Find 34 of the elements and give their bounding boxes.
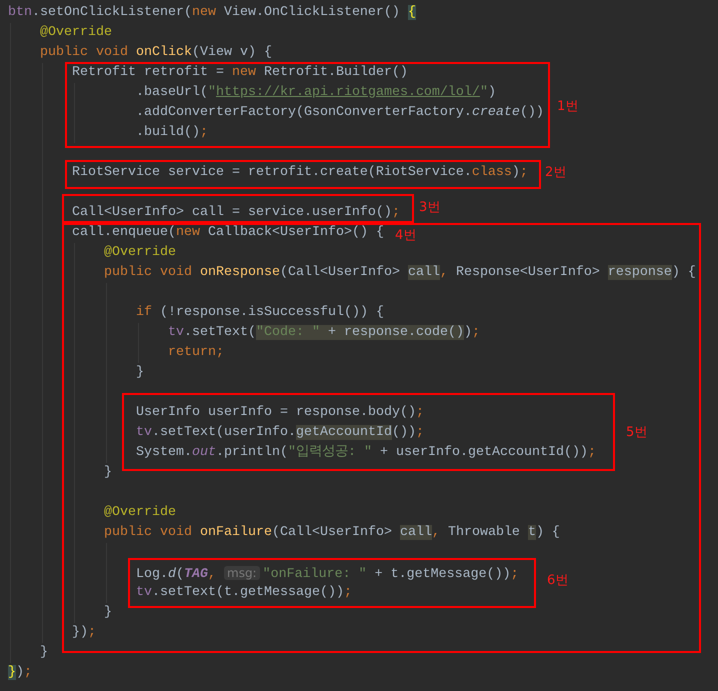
- code-line: .build();: [136, 125, 208, 140]
- code-line: public void onClick(View v) {: [40, 45, 272, 60]
- code-line: }: [40, 645, 48, 660]
- code-line: tv.setText(userInfo.getAccountId());: [136, 425, 424, 440]
- code-line: tv.setText(t.getMessage());: [136, 585, 352, 600]
- code-line: });: [8, 665, 32, 680]
- annotation-label: 1번: [557, 99, 578, 115]
- code-line: if (!response.isSuccessful()) {: [136, 305, 384, 320]
- code-line: @Override: [104, 245, 176, 260]
- code-line: return;: [168, 345, 224, 360]
- code-line: .addConverterFactory(GsonConverterFactory.create()): [136, 105, 544, 120]
- annotation-label: 4번: [395, 228, 416, 244]
- code-line: @Override: [104, 505, 176, 520]
- code-line: call.enqueue(new Callback<UserInfo>() {: [72, 225, 384, 240]
- code-line: @Override: [40, 25, 112, 40]
- code-line: .baseUrl("https://kr.api.riotgames.com/lol/"): [136, 85, 496, 100]
- code-line: UserInfo userInfo = response.body();: [136, 405, 424, 420]
- code-line: RiotService service = retrofit.create(RiotService.class);: [72, 165, 528, 180]
- code-line: }: [136, 365, 144, 380]
- code-line: public void onFailure(Call<UserInfo> call, Throwable t) {: [104, 525, 560, 540]
- code-line: }: [104, 465, 112, 480]
- annotation-label: 2번: [545, 165, 566, 181]
- code-line: public void onResponse(Call<UserInfo> call, Response<UserInfo> response) {: [104, 265, 696, 280]
- code-line: System.out.println("입력성공: " + userInfo.getAccountId());: [136, 445, 596, 460]
- code-line: Call<UserInfo> call = service.userInfo();: [72, 205, 400, 220]
- code-line: Retrofit retrofit = new Retrofit.Builder(): [72, 65, 408, 80]
- annotation-label: 6번: [547, 573, 568, 589]
- code-line: Log.d(TAG, msg: "onFailure: " + t.getMessage());: [136, 567, 519, 582]
- code-line: btn.setOnClickListener(new View.OnClickListener() {: [8, 5, 416, 20]
- annotation-label: 5번: [626, 425, 648, 441]
- code-line: });: [72, 625, 96, 640]
- code-line: }: [104, 605, 112, 620]
- code-line: tv.setText("Code: " + response.code());: [168, 325, 480, 340]
- annotation-label: 3번: [419, 200, 440, 216]
